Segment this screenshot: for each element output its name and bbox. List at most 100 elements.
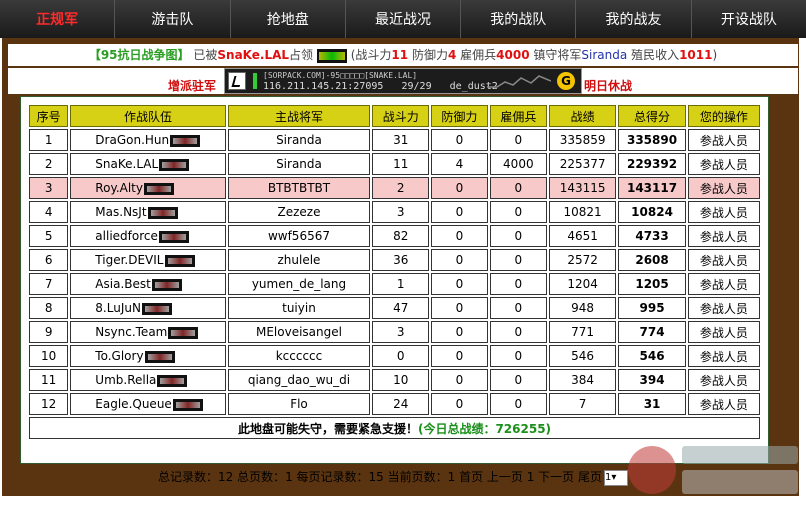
- row-team[interactable]: DraGon.Hun: [70, 129, 226, 151]
- col-power: 战斗力: [372, 105, 430, 127]
- page-select-value: 1: [604, 471, 612, 483]
- nav-guerrilla[interactable]: 游击队: [115, 0, 231, 38]
- col-operation: 您的操作: [687, 105, 760, 127]
- participants-link[interactable]: 参战人员: [687, 153, 760, 175]
- row-defense: 0: [431, 249, 488, 271]
- row-power: 2: [372, 177, 430, 199]
- participants-link[interactable]: 参战人员: [687, 177, 760, 199]
- participants-link[interactable]: 参战人员: [687, 321, 760, 343]
- row-record: 225377: [548, 153, 617, 175]
- participants-link[interactable]: 参战人员: [687, 129, 760, 151]
- row-defense: 0: [431, 393, 488, 415]
- row-team[interactable]: Mas.NsJt: [70, 201, 226, 223]
- row-record: 1204: [548, 273, 617, 295]
- team-name[interactable]: To.Glory: [95, 349, 143, 363]
- participants-link[interactable]: 参战人员: [687, 249, 760, 271]
- nav-regular-army[interactable]: 正规军: [0, 0, 116, 38]
- team-logo-icon: [170, 134, 201, 147]
- pagination-text[interactable]: 总记录数：12 总页数：1 每页记录数：15 当前页数：1 首页 上一页 1 下…: [158, 470, 602, 484]
- participants-link[interactable]: 参战人员: [687, 393, 760, 415]
- row-team[interactable]: Tiger.DEVIL: [70, 249, 226, 271]
- general-value[interactable]: Siranda: [581, 48, 627, 62]
- row-general[interactable]: yumen_de_lang: [227, 273, 371, 295]
- row-team[interactable]: SnaKe.LAL: [70, 153, 226, 175]
- row-team[interactable]: Nsync.Team: [70, 321, 226, 343]
- participants-link[interactable]: 参战人员: [687, 201, 760, 223]
- row-team[interactable]: Eagle.Queue: [70, 393, 226, 415]
- banner-title: [SORPACK.COM]-95□□□□□[SNAKE.LAL]: [263, 71, 418, 80]
- row-team[interactable]: 8.LuJuN: [70, 297, 226, 319]
- row-general[interactable]: wwf56567: [227, 225, 371, 247]
- row-team[interactable]: alliedforce: [70, 225, 226, 247]
- table-row: 9 Nsync.Team MEloveisangel 3 0 0 771 774…: [29, 321, 760, 343]
- row-general[interactable]: zhulele: [227, 249, 371, 271]
- row-team[interactable]: Asia.Best: [70, 273, 226, 295]
- row-team[interactable]: To.Glory: [70, 345, 226, 367]
- nav-grab-territory[interactable]: 抢地盘: [231, 0, 346, 38]
- nav-my-comrades[interactable]: 我的战友: [576, 0, 692, 38]
- table-row: 12 Eagle.Queue Flo 24 0 0 7 31 参战人员: [29, 393, 760, 415]
- row-total: 31: [618, 393, 686, 415]
- row-no: 10: [29, 345, 69, 367]
- row-mercs: 0: [489, 393, 547, 415]
- row-defense: 0: [431, 345, 488, 367]
- team-name[interactable]: Tiger.DEVIL: [95, 253, 163, 267]
- team-name[interactable]: SnaKe.LAL: [95, 157, 158, 171]
- occupying-team[interactable]: SnaKe.LAL: [217, 48, 289, 62]
- send-troops-link[interactable]: 增派驻军: [168, 77, 216, 94]
- nav-my-team[interactable]: 我的战队: [461, 0, 577, 38]
- team-name[interactable]: Asia.Best: [95, 277, 151, 291]
- row-team[interactable]: Umb.Rella: [70, 369, 226, 391]
- team-name[interactable]: Umb.Rella: [95, 373, 156, 387]
- participants-link[interactable]: 参战人员: [687, 369, 760, 391]
- table-row: 1 DraGon.Hun Siranda 31 0 0 335859 33589…: [29, 129, 760, 151]
- row-general[interactable]: MEloveisangel: [227, 321, 371, 343]
- team-name[interactable]: Roy.Alty: [95, 181, 143, 195]
- mercs-label: 雇佣兵: [460, 48, 497, 62]
- team-logo-icon: [144, 350, 175, 363]
- bracket-open: 【: [88, 48, 101, 62]
- participants-link[interactable]: 参战人员: [687, 297, 760, 319]
- row-general[interactable]: tuiyin: [227, 297, 371, 319]
- row-record: 384: [548, 369, 617, 391]
- col-general: 主战将军: [227, 105, 371, 127]
- truce-tomorrow-label: 明日休战: [584, 79, 633, 93]
- participants-link[interactable]: 参战人员: [687, 345, 760, 367]
- mercs-value: 4000: [496, 48, 530, 62]
- table-row: 6 Tiger.DEVIL zhulele 36 0 0 2572 2608 参…: [29, 249, 760, 271]
- participants-link[interactable]: 参战人员: [687, 273, 760, 295]
- participants-link[interactable]: 参战人员: [687, 225, 760, 247]
- table-row-highlighted: 3 Roy.Alty BTBTBTBT 2 0 0 143115 143117 …: [29, 177, 760, 199]
- team-name[interactable]: DraGon.Hun: [95, 133, 169, 147]
- row-general[interactable]: qiang_dao_wu_di: [227, 369, 371, 391]
- team-name[interactable]: alliedforce: [95, 229, 158, 243]
- team-name[interactable]: 8.LuJuN: [95, 301, 141, 315]
- server-banner[interactable]: [SORPACK.COM]-95□□□□□[SNAKE.LAL] 116.211…: [224, 68, 582, 94]
- territory-name[interactable]: 95抗日战争图: [101, 48, 178, 62]
- row-mercs: 0: [489, 201, 547, 223]
- row-general[interactable]: BTBTBTBT: [227, 177, 371, 199]
- team-name[interactable]: Eagle.Queue: [95, 397, 172, 411]
- row-general[interactable]: Siranda: [227, 129, 371, 151]
- row-no: 3: [29, 177, 69, 199]
- team-name[interactable]: Mas.NsJt: [95, 205, 146, 219]
- table-row: 4 Mas.NsJt Zezeze 3 0 0 10821 10824 参战人员: [29, 201, 760, 223]
- nav-create-team[interactable]: 开设战队: [692, 0, 806, 38]
- watermark-emblem-icon: [628, 446, 676, 494]
- page-select[interactable]: 1▾: [603, 469, 628, 486]
- row-no: 5: [29, 225, 69, 247]
- row-general[interactable]: kcccccc: [227, 345, 371, 367]
- row-total: 774: [618, 321, 686, 343]
- nav-recent-battles[interactable]: 最近战况: [346, 0, 462, 38]
- row-general[interactable]: Zezeze: [227, 201, 371, 223]
- team-name[interactable]: Nsync.Team: [95, 325, 167, 339]
- team-logo-icon: [144, 182, 174, 195]
- row-no: 12: [29, 393, 69, 415]
- pagination: 总记录数：12 总页数：1 每页记录数：15 当前页数：1 首页 上一页 1 下…: [158, 468, 628, 486]
- row-general[interactable]: Siranda: [227, 153, 371, 175]
- bracket-close: 】: [177, 48, 190, 62]
- row-team[interactable]: Roy.Alty: [70, 177, 226, 199]
- row-total: 995: [618, 297, 686, 319]
- paren-open: (战斗力: [350, 48, 392, 62]
- row-general[interactable]: Flo: [227, 393, 371, 415]
